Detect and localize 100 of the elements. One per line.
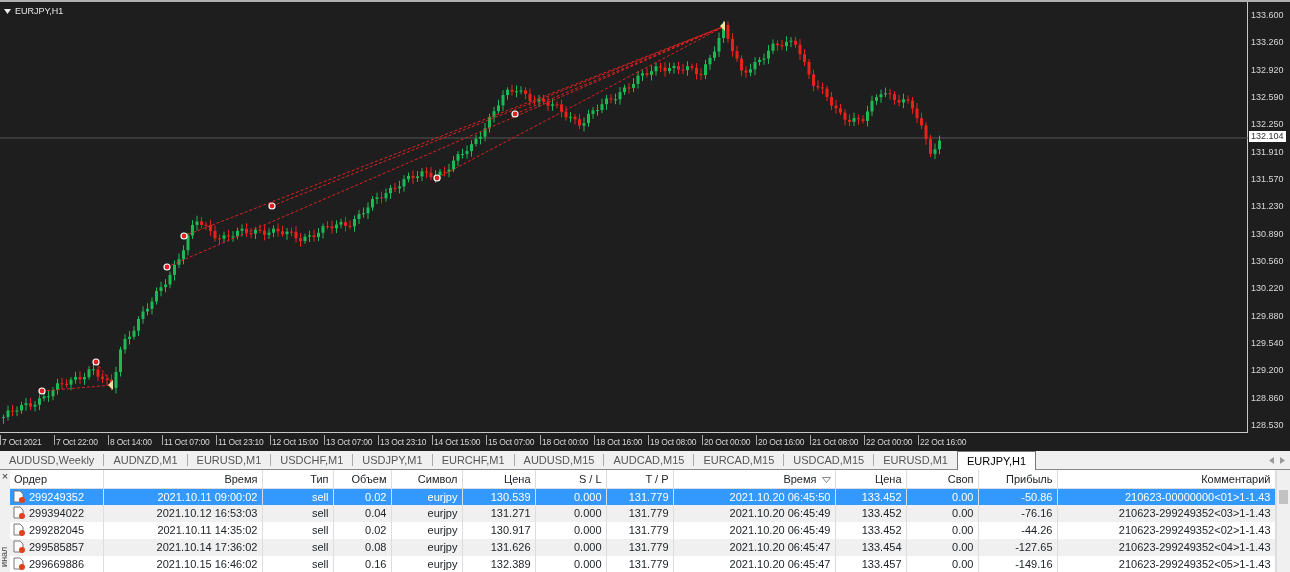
table-cell: 210623-299249352<02>1-1.43 [1118, 524, 1271, 537]
table-cell: 130.539 [490, 490, 531, 503]
chart-tab[interactable]: AUDUSD,M15 [514, 454, 605, 466]
table-cell: 133.452 [861, 507, 902, 520]
trade-marker [38, 387, 46, 395]
order-number: 299585857 [29, 541, 85, 554]
order-row[interactable]: 299585857 2021.10.14 17:36:02 sell 0.08 eurjpy 131.626 0.000 131.779 2021.10.20 06:45:47 133.454 0.00 -127.65 210623-299249352<04>1-1.43 [10, 539, 1275, 556]
table-cell: eurjpy [427, 490, 458, 503]
table-cell: sell [312, 558, 329, 571]
table-cell: 0.00 [952, 507, 974, 520]
price-label: 131.570 [1251, 172, 1285, 185]
table-cell: 0.000 [573, 524, 602, 537]
table-cell: 0.000 [573, 541, 602, 554]
chart-tab[interactable]: USDCAD,M15 [784, 454, 875, 466]
time-label: 20 Oct 16:00 [756, 435, 810, 445]
table-cell: 0.00 [952, 541, 974, 554]
table-cell: 0.16 [365, 558, 387, 571]
time-label: 19 Oct 08:00 [648, 435, 702, 445]
close-button[interactable]: × [1, 470, 9, 482]
table-cell: 2021.10.11 09:00:02 [157, 490, 258, 503]
price-label: 130.890 [1251, 227, 1285, 240]
time-label: 13 Oct 07:00 [324, 435, 378, 445]
chart-tab[interactable]: EURCHF,M1 [432, 454, 515, 466]
table-cell: 132.389 [490, 558, 531, 571]
table-cell: 0.00 [952, 524, 974, 537]
time-label: 14 Oct 15:00 [432, 435, 486, 445]
scroll-right-icon[interactable] [1279, 456, 1285, 464]
table-cell: 0.00 [952, 558, 974, 571]
time-label: 12 Oct 15:00 [270, 435, 324, 445]
table-cell: 133.454 [861, 541, 902, 554]
chart-tab[interactable]: AUDCAD,M15 [604, 454, 695, 466]
table-cell: 2021.10.14 17:36:02 [156, 541, 258, 554]
table-cell: 0.04 [365, 507, 387, 520]
column-header[interactable]: T / P [606, 470, 673, 488]
table-cell: -76.16 [1021, 507, 1053, 520]
time-label: 22 Oct 16:00 [918, 435, 972, 445]
table-cell: 0.02 [365, 490, 387, 503]
trade-marker [268, 202, 276, 210]
chart-tab[interactable]: AUDNZD,M1 [104, 454, 188, 466]
close-marker [108, 380, 113, 390]
table-cell: 0.02 [365, 524, 387, 537]
table-cell: 130.917 [490, 524, 531, 537]
order-icon [13, 489, 25, 503]
order-row[interactable]: 299394022 2021.10.12 16:53:03 sell 0.04 eurjpy 131.271 0.000 131.779 2021.10.20 06:45:49 133.452 0.00 -76.16 210623-299249352<03>1-1.43 [10, 505, 1275, 522]
trade-marker [92, 358, 100, 366]
column-header[interactable]: Прибыль [978, 470, 1057, 488]
table-cell: eurjpy [427, 558, 458, 571]
chart-tab[interactable]: AUDUSD,Weekly [0, 454, 105, 466]
time-label: 21 Oct 08:00 [810, 435, 864, 445]
column-header[interactable]: Время [103, 470, 262, 488]
table-cell: 210623-299249352<03>1-1.43 [1118, 507, 1271, 520]
column-header[interactable]: Цена [835, 470, 906, 488]
table-cell: 2021.10.20 06:45:50 [729, 490, 831, 503]
order-icon [13, 506, 25, 520]
table-cell: 0.08 [365, 541, 387, 554]
column-header[interactable]: Комментарий [1057, 470, 1275, 488]
column-header[interactable]: S / L [535, 470, 606, 488]
table-cell: 2021.10.20 06:45:49 [729, 507, 831, 520]
trade-marker [511, 110, 519, 118]
column-header[interactable]: Время [673, 470, 835, 488]
chart-tab[interactable]: EURCAD,M15 [694, 454, 785, 466]
order-icon [13, 540, 25, 554]
column-header[interactable]: Цена [462, 470, 535, 488]
column-header[interactable]: Ордер [10, 470, 103, 488]
column-header[interactable]: Объем [333, 470, 391, 488]
order-number: 299249352 [29, 490, 85, 503]
table-cell: 133.452 [861, 524, 902, 537]
table-cell: -149.16 [1015, 558, 1053, 571]
table-cell: 210623-00000000<01>1-1.43 [1124, 490, 1271, 503]
trade-marker [163, 263, 171, 271]
table-cell: -50.86 [1021, 490, 1053, 503]
chart-tab[interactable]: EURUSD,M1 [187, 454, 272, 466]
column-header[interactable]: Символ [391, 470, 462, 488]
chart-tab[interactable]: USDCHF,M1 [271, 454, 354, 466]
order-icon [13, 523, 25, 537]
order-number: 299282045 [29, 524, 85, 537]
order-number: 299669886 [29, 558, 85, 571]
time-label: 11 Oct 23:10 [216, 435, 270, 445]
price-label: 132.250 [1251, 118, 1285, 131]
order-row[interactable]: 299669886 2021.10.15 16:46:02 sell 0.16 eurjpy 132.389 0.000 131.779 2021.10.20 06:45:47 133.457 0.00 -149.16 210623-299249352<05>1-1.43 [10, 556, 1275, 572]
price-label: 133.600 [1251, 9, 1285, 21]
table-cell: 2021.10.11 14:35:02 [157, 524, 258, 537]
dropdown-icon[interactable] [4, 9, 11, 15]
column-header[interactable]: Тип [262, 470, 333, 488]
table-cell: 0.000 [573, 507, 602, 520]
scroll-left-icon[interactable] [1269, 456, 1274, 464]
price-label: 128.860 [1251, 391, 1285, 404]
time-label: 8 Oct 14:00 [108, 435, 162, 445]
price-label: 130.220 [1251, 282, 1285, 295]
price-label: 131.230 [1251, 200, 1285, 213]
table-cell: 133.452 [861, 490, 902, 503]
chart-tab[interactable]: USDJPY,M1 [353, 454, 433, 466]
close-marker [720, 21, 725, 31]
table-cell: 210623-299249352<05>1-1.43 [1118, 558, 1271, 571]
column-header[interactable]: Своп [906, 470, 978, 488]
time-label: 18 Oct 16:00 [594, 435, 648, 445]
price-label: 129.880 [1251, 309, 1285, 322]
price-label: 130.560 [1251, 254, 1285, 267]
table-cell: 133.457 [861, 558, 902, 571]
chart-tab[interactable]: EURJPY,H1 [957, 451, 1037, 470]
